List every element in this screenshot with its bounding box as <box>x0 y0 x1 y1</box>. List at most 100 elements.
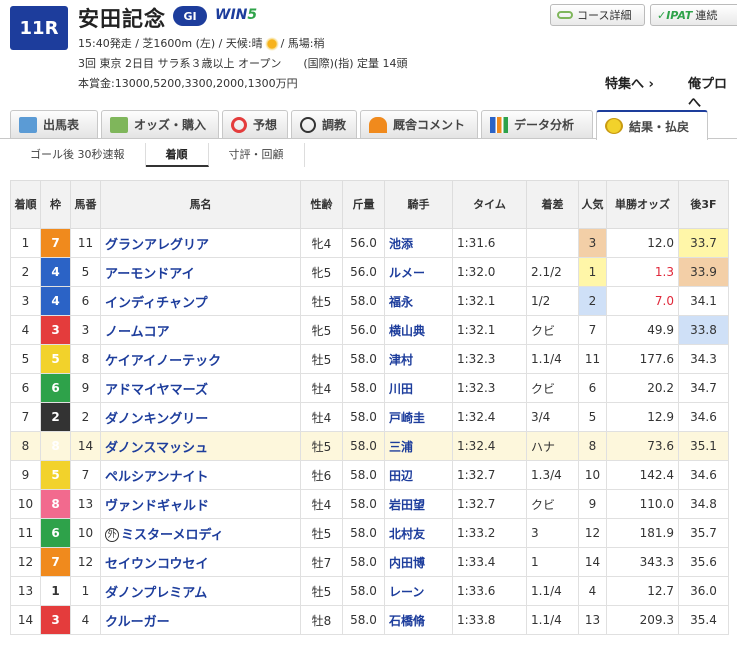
jockey-cell[interactable]: ルメー <box>384 257 453 287</box>
jockey-link[interactable]: ルメー <box>389 266 425 280</box>
jockey-link[interactable]: 石橋脩 <box>389 614 425 628</box>
jockey-link[interactable]: 三浦 <box>389 440 413 454</box>
col-horse-number[interactable]: 馬番 <box>70 180 101 229</box>
jockey-link[interactable]: レーン <box>389 585 424 599</box>
course-detail-button[interactable]: コース詳細 <box>550 4 645 26</box>
jockey-cell[interactable]: 三浦 <box>384 431 453 461</box>
horse-number-cell: 14 <box>70 431 101 461</box>
tab-chokyo[interactable]: 調教 <box>291 110 357 138</box>
win5-logo[interactable]: WIN5 <box>215 7 257 23</box>
jockey-link[interactable]: 内田博 <box>389 556 425 570</box>
horse-name-link[interactable]: インディチャンプ <box>105 296 208 311</box>
horse-name-cell[interactable]: インディチャンプ <box>100 286 301 316</box>
horse-name-cell[interactable]: ダノンプレミアム <box>100 576 301 606</box>
margin-cell: 1.1/4 <box>526 576 579 606</box>
result-table: 着順 枠 馬番 馬名 性齢 斤量 騎手 タイム 着差 人気 単勝オッズ 後3F … <box>10 180 729 635</box>
horse-name-cell[interactable]: クルーガー <box>100 605 301 635</box>
col-margin: 着差 <box>526 180 579 229</box>
horse-name-link[interactable]: ノームコア <box>105 325 170 340</box>
tab-yoso[interactable]: 予想 <box>222 110 288 138</box>
jockey-cell[interactable]: 福永 <box>384 286 453 316</box>
rank-cell: 10 <box>10 489 41 519</box>
jockey-cell[interactable]: 池添 <box>384 228 453 258</box>
margin-cell: クビ <box>526 315 579 345</box>
horse-number-cell: 2 <box>70 402 101 432</box>
horse-name-cell[interactable]: ノームコア <box>100 315 301 345</box>
col-waku[interactable]: 枠 <box>40 180 71 229</box>
horse-name-cell[interactable]: 外ミスターメロディ <box>100 518 301 548</box>
jockey-cell[interactable]: 川田 <box>384 373 453 403</box>
jockey-link[interactable]: 福永 <box>389 295 413 309</box>
weight-cell: 58.0 <box>342 576 385 606</box>
table-row: 11 6 10 外ミスターメロディ 牡5 58.0 北村友 1:33.2 3 12 181.9 35.… <box>10 518 729 548</box>
jockey-link[interactable]: 津村 <box>389 353 413 367</box>
weight-cell: 56.0 <box>342 257 385 287</box>
horse-name-cell[interactable]: ヴァンドギャルド <box>100 489 301 519</box>
horse-name-link[interactable]: ダノンスマッシュ <box>105 441 208 456</box>
jockey-cell[interactable]: 北村友 <box>384 518 453 548</box>
horse-name-cell[interactable]: アドマイヤマーズ <box>100 373 301 403</box>
popularity-cell: 14 <box>578 547 607 577</box>
ipat-link-button[interactable]: ✓IPAT 連続 <box>650 4 737 26</box>
jockey-link[interactable]: 田辺 <box>389 469 413 483</box>
jockey-link[interactable]: 横山典 <box>389 324 425 338</box>
jockey-cell[interactable]: 横山典 <box>384 315 453 345</box>
horse-name-cell[interactable]: ペルシアンナイト <box>100 460 301 490</box>
jockey-link[interactable]: 池添 <box>389 237 413 251</box>
feature-link[interactable]: 特集へ › <box>605 73 654 92</box>
jockey-cell[interactable]: 岩田望 <box>384 489 453 519</box>
col-odds[interactable]: 単勝オッズ <box>606 180 679 229</box>
jockey-cell[interactable]: 石橋脩 <box>384 605 453 635</box>
horse-name-link[interactable]: ダノンキングリー <box>105 412 208 427</box>
popularity-cell: 6 <box>578 373 607 403</box>
waku-cell: 5 <box>40 344 71 374</box>
horse-name-link[interactable]: グランアレグリア <box>105 238 209 253</box>
horse-name-cell[interactable]: アーモンドアイ <box>100 257 301 287</box>
jockey-link[interactable]: 北村友 <box>389 527 425 541</box>
horse-name-cell[interactable]: グランアレグリア <box>100 228 301 258</box>
jockey-cell[interactable]: 内田博 <box>384 547 453 577</box>
table-row: 5 5 8 ケイアイノーテック 牡5 58.0 津村 1:32.3 1.1/4 11 177.6 34… <box>10 344 729 374</box>
jockey-cell[interactable]: 田辺 <box>384 460 453 490</box>
tab-kyusha-comment[interactable]: 厩舎コメント <box>360 110 478 138</box>
time-cell: 1:32.4 <box>452 431 527 461</box>
horse-name-cell[interactable]: ダノンスマッシュ <box>100 431 301 461</box>
subtab-goal-flash[interactable]: ゴール後 30秒速報 <box>10 143 146 167</box>
time-cell: 1:32.1 <box>452 315 527 345</box>
horse-name-link[interactable]: クルーガー <box>105 615 170 630</box>
table-row: 7 2 2 ダノンキングリー 牡4 58.0 戸崎圭 1:32.4 3/4 5 12.9 34.6 <box>10 402 729 432</box>
horse-name-link[interactable]: ミスターメロディ <box>121 528 224 543</box>
tab-odds[interactable]: オッズ・購入 <box>101 110 219 138</box>
horse-name-link[interactable]: アドマイヤマーズ <box>105 383 208 398</box>
horse-name-link[interactable]: アーモンドアイ <box>105 267 195 282</box>
jockey-cell[interactable]: 戸崎圭 <box>384 402 453 432</box>
rank-cell: 12 <box>10 547 41 577</box>
subtab-chakujun[interactable]: 着順 <box>145 143 209 167</box>
last3f-cell: 36.0 <box>678 576 729 606</box>
horse-name-cell[interactable]: ケイアイノーテック <box>100 344 301 374</box>
odds-cell: 209.3 <box>606 605 679 635</box>
horse-number-cell: 7 <box>70 460 101 490</box>
col-popularity[interactable]: 人気 <box>578 180 607 229</box>
ipat-logo: ✓IPAT <box>657 8 693 22</box>
sex-age-cell: 牡7 <box>300 547 343 577</box>
jockey-link[interactable]: 川田 <box>389 382 413 396</box>
horse-name-link[interactable]: ケイアイノーテック <box>105 354 221 369</box>
col-rank[interactable]: 着順 <box>10 180 41 229</box>
subtab-review[interactable]: 寸評・回顧 <box>209 143 305 167</box>
horse-name-cell[interactable]: セイウンコウセイ <box>100 547 301 577</box>
horse-name-cell[interactable]: ダノンキングリー <box>100 402 301 432</box>
horse-name-link[interactable]: ペルシアンナイト <box>105 470 208 485</box>
horse-name-link[interactable]: ヴァンドギャルド <box>105 499 209 514</box>
jockey-cell[interactable]: レーン <box>384 576 453 606</box>
jockey-link[interactable]: 岩田望 <box>389 498 425 512</box>
tab-result[interactable]: 結果・払戻 <box>596 110 708 140</box>
blog-link[interactable]: 俺プロへ <box>688 73 737 111</box>
jockey-link[interactable]: 戸崎圭 <box>389 411 425 425</box>
tab-shutuba[interactable]: 出馬表 <box>10 110 98 138</box>
rank-cell: 14 <box>10 605 41 635</box>
horse-name-link[interactable]: ダノンプレミアム <box>105 586 207 601</box>
horse-name-link[interactable]: セイウンコウセイ <box>105 557 208 572</box>
tab-data-analysis[interactable]: データ分析 <box>481 110 593 138</box>
jockey-cell[interactable]: 津村 <box>384 344 453 374</box>
